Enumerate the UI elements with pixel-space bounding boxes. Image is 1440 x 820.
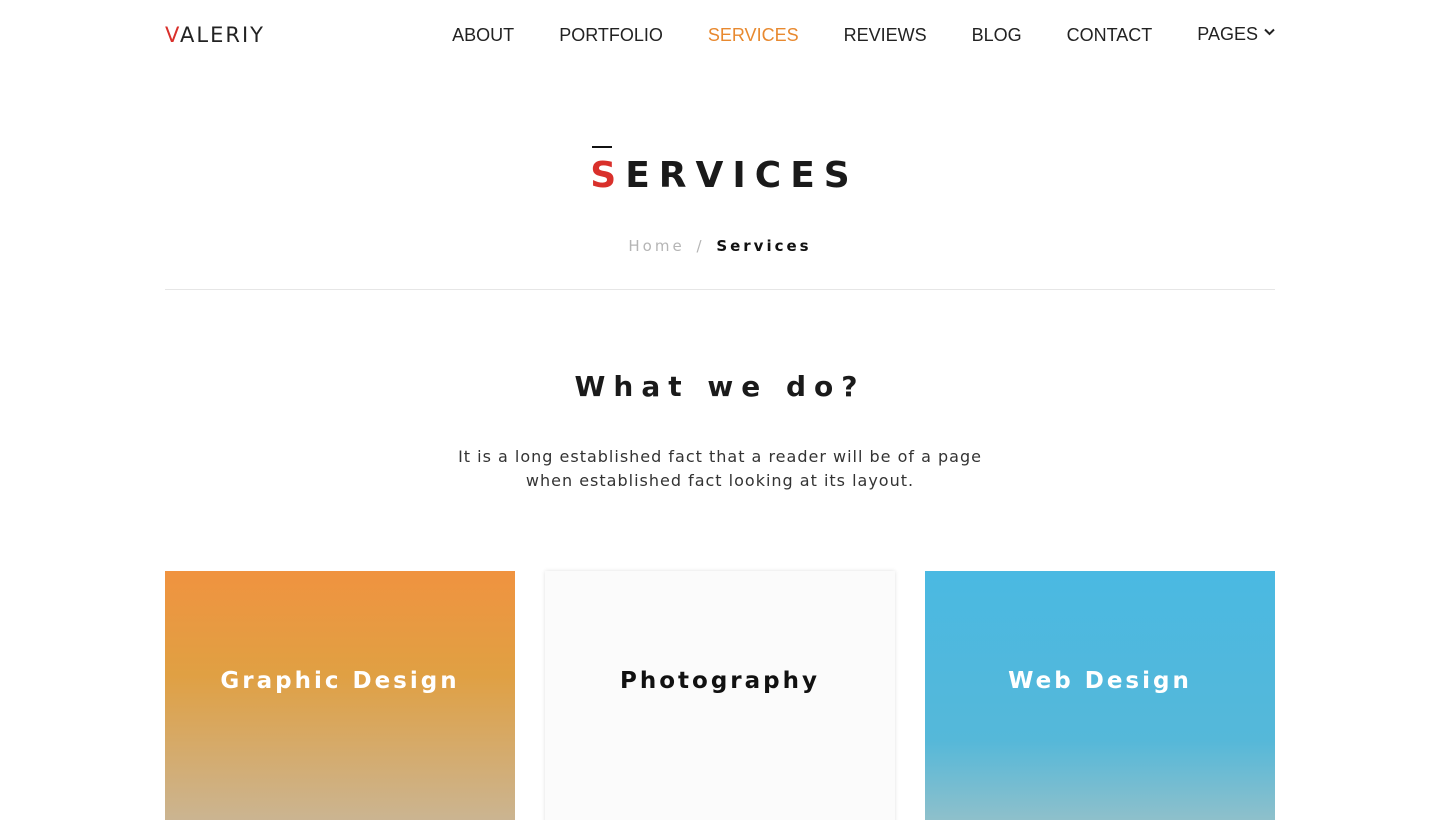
site-header: VALERIY ABOUT PORTFOLIO SERVICES REVIEWS… (165, 0, 1275, 70)
breadcrumb-home-link[interactable]: Home (628, 237, 684, 255)
service-card-web-design[interactable]: Web Design (925, 571, 1275, 820)
page-hero: SERVICES (0, 140, 1440, 212)
service-card-title: Photography (620, 668, 820, 694)
nav-item-reviews[interactable]: REVIEWS (844, 23, 927, 47)
breadcrumb-current: Services (716, 237, 812, 255)
nav-item-about[interactable]: ABOUT (452, 23, 514, 47)
nav-item-portfolio[interactable]: PORTFOLIO (559, 23, 663, 47)
page-title-rest: ERVICES (625, 155, 859, 196)
service-card-title: Web Design (1008, 668, 1192, 694)
section-description-line-2: when established fact looking at its lay… (525, 471, 915, 490)
page-title-accent: S (590, 155, 626, 196)
breadcrumb-separator: / (696, 237, 705, 255)
chevron-down-icon (1264, 20, 1275, 44)
site-logo[interactable]: VALERIY (165, 22, 265, 48)
nav-item-contact[interactable]: CONTACT (1067, 23, 1153, 47)
nav-item-blog[interactable]: BLOG (972, 23, 1022, 47)
nav-item-pages-label: PAGES (1197, 24, 1258, 44)
breadcrumb: Home / Services (0, 236, 1440, 256)
page-title: SERVICES (0, 140, 1440, 212)
service-card-photography[interactable]: Photography (545, 571, 895, 820)
header-divider (165, 289, 1275, 290)
title-decoration-dash (592, 146, 612, 148)
section-title: What we do? (574, 370, 866, 403)
nav-item-pages[interactable]: PAGES (1197, 22, 1275, 48)
main-nav: ABOUT PORTFOLIO SERVICES REVIEWS BLOG CO… (452, 22, 1275, 48)
service-card-graphic-design[interactable]: Graphic Design (165, 571, 515, 820)
section-description: It is a long established fact that a rea… (440, 445, 1000, 493)
logo-accent-letter: V (165, 23, 181, 47)
service-cards: Graphic Design Photography Web Design (165, 571, 1275, 820)
service-card-title: Graphic Design (220, 668, 460, 694)
nav-item-services[interactable]: SERVICES (708, 23, 799, 47)
section-description-line-1: It is a long established fact that a rea… (458, 447, 982, 466)
logo-text: ALERIY (180, 23, 265, 47)
